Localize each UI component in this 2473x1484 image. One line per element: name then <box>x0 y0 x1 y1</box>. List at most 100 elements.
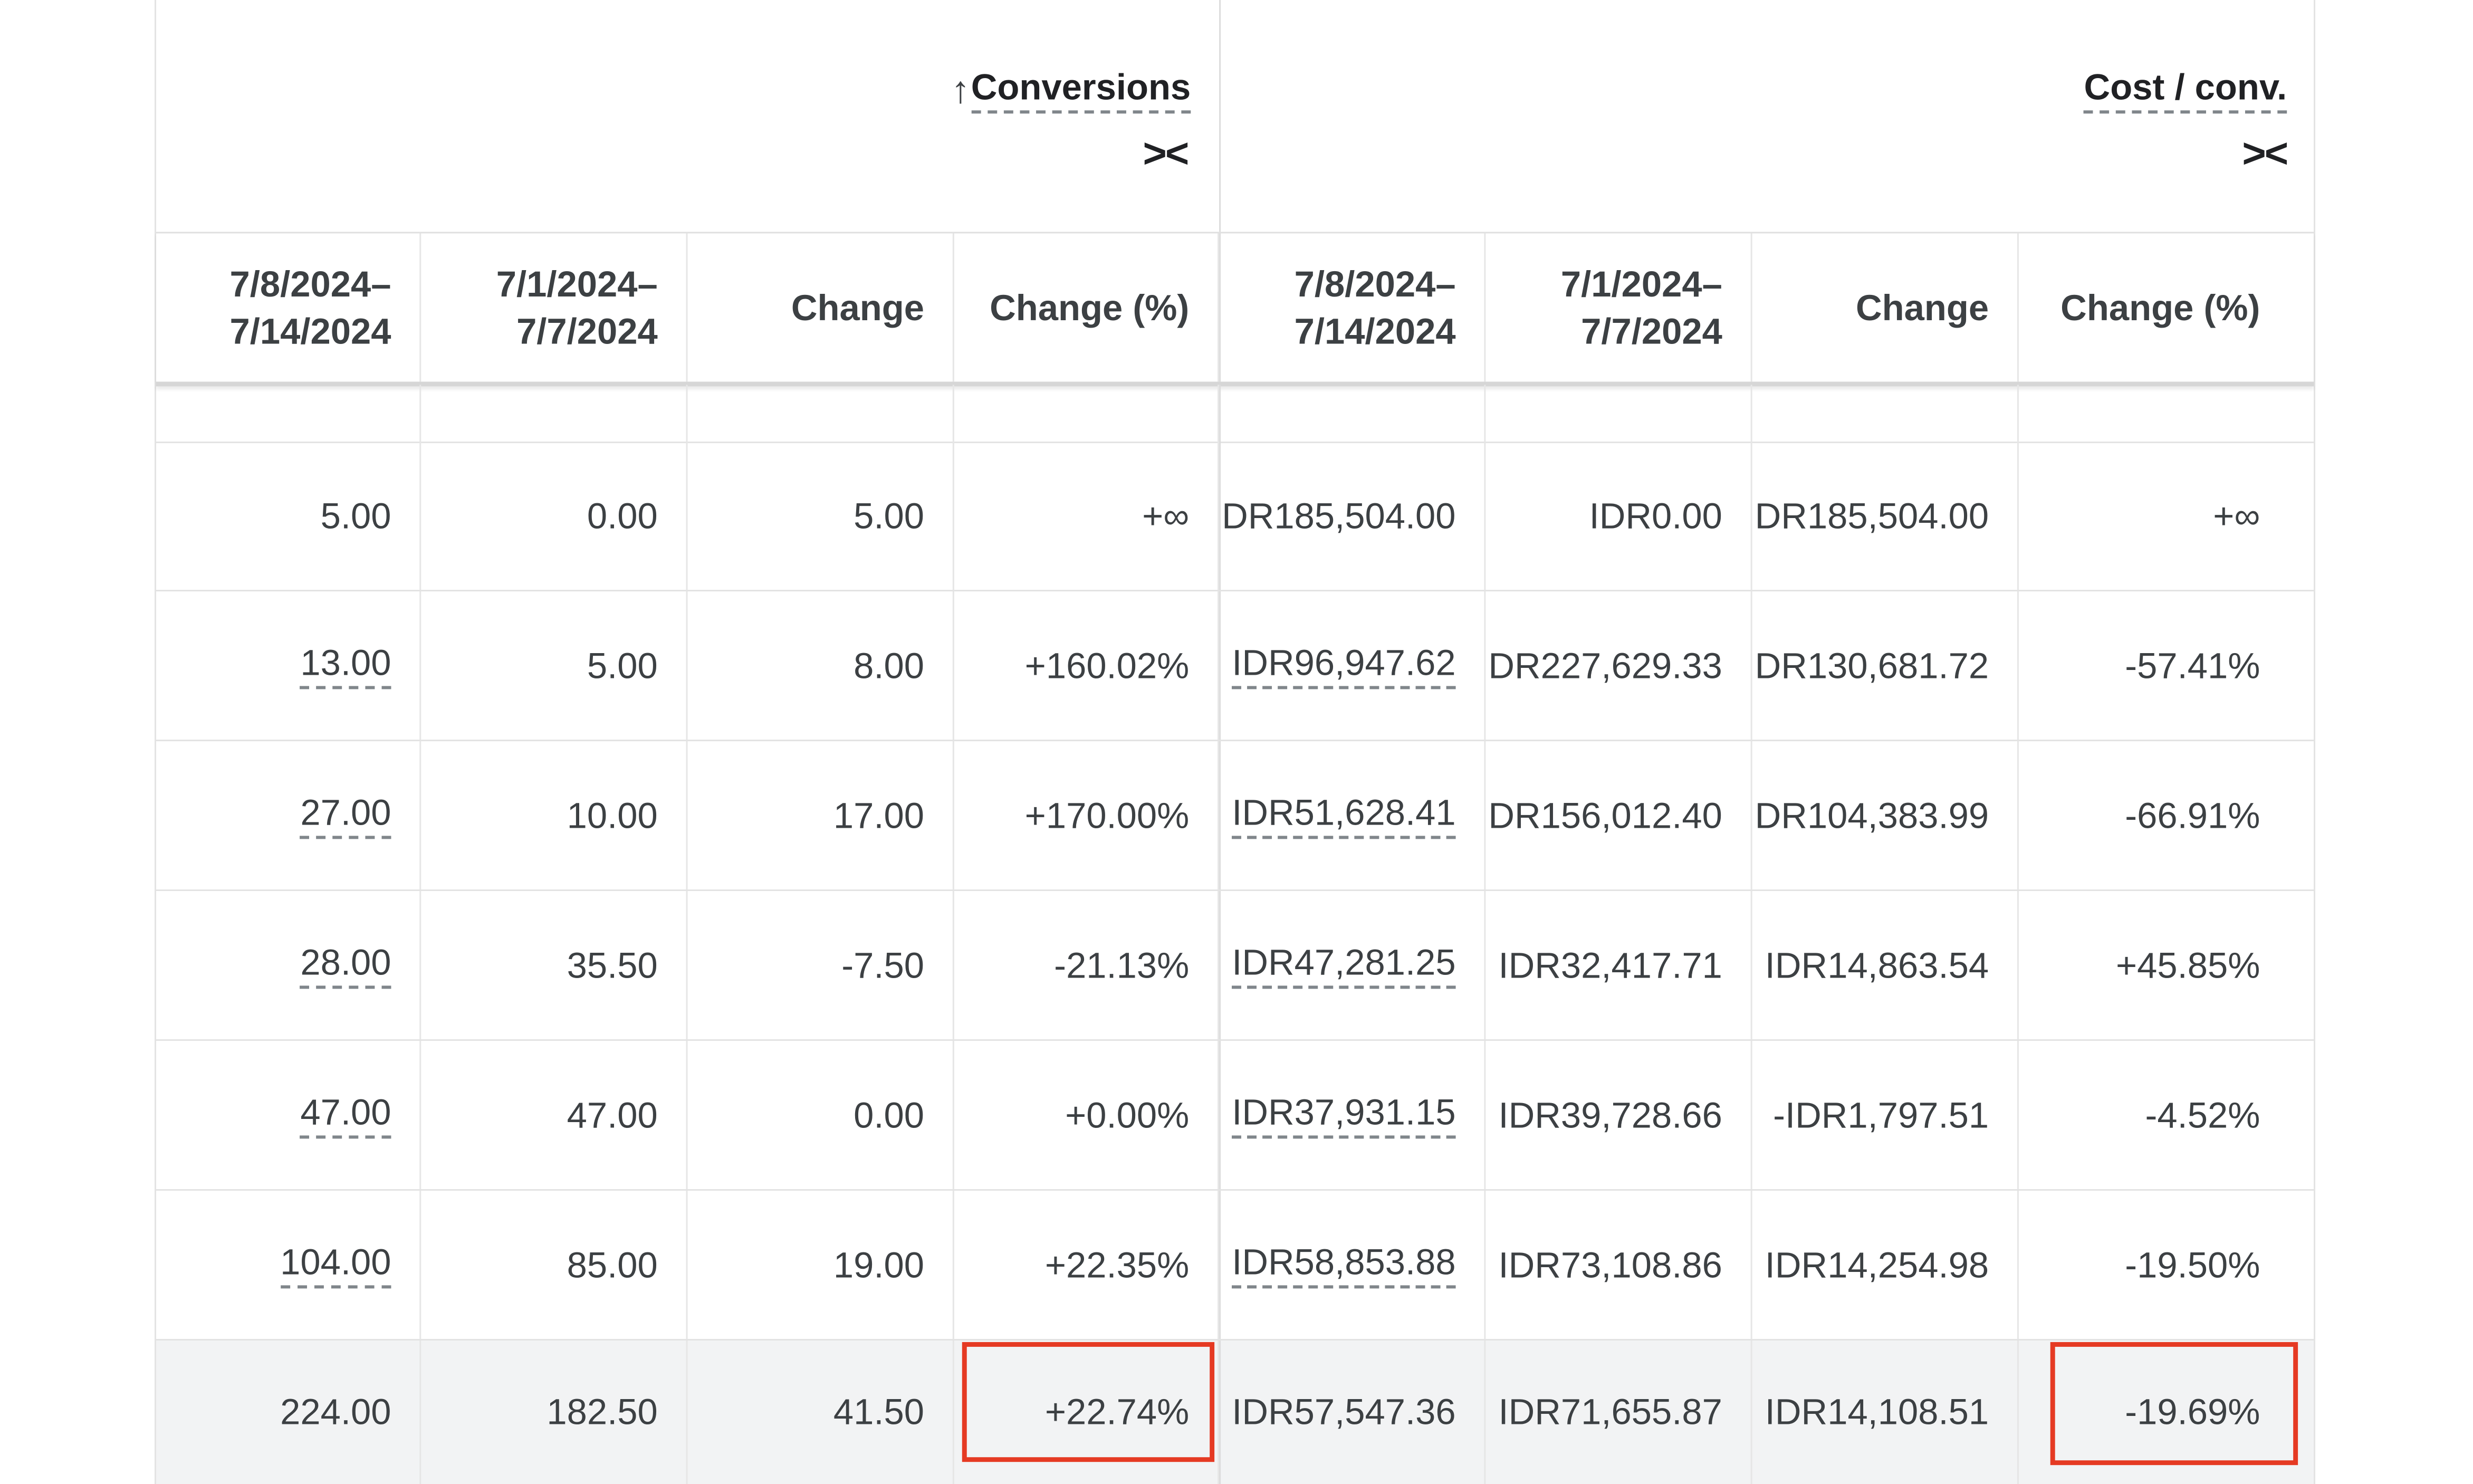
table-cell[interactable]: 27.00 <box>156 741 421 890</box>
highlight-box-conversions-change <box>962 1342 1215 1462</box>
cell-value: DR185,504.00 <box>1222 494 1456 535</box>
header-current-period[interactable]: 7/8/2024– 7/14/2024 <box>1219 233 1486 382</box>
cell-value: -57.41% <box>2125 644 2260 685</box>
table-cell[interactable]: IDR51,628.41 <box>1219 741 1486 890</box>
table-cell: 5.00 <box>421 591 688 740</box>
cell-value: IDR0.00 <box>1589 494 1722 535</box>
table-cell: +∞ <box>954 442 1220 590</box>
cell-value: IDR39,728.66 <box>1498 1094 1722 1135</box>
collapse-columns-icon[interactable]: >< <box>1143 129 1189 178</box>
table-row: 28.00 35.50 -7.50 -21.13% IDR47,281.25 I… <box>156 891 2314 1041</box>
table-cell: +0.00% <box>954 1041 1220 1190</box>
cell-value[interactable]: 104.00 <box>280 1241 391 1289</box>
cell-value: -19.50% <box>2125 1243 2260 1285</box>
table-row: 47.00 47.00 0.00 +0.00% IDR37,931.15 IDR… <box>156 1041 2314 1191</box>
table-cell: DR185,504.00 <box>1752 442 2019 590</box>
table-row: 104.00 85.00 19.00 +22.35% IDR58,853.88 … <box>156 1190 2314 1341</box>
column-header-row: 7/8/2024– 7/14/2024 7/1/2024– 7/7/2024 C… <box>156 232 2314 387</box>
table-row: 27.00 10.00 17.00 +170.00% IDR51,628.41 … <box>156 741 2314 892</box>
cell-value: 8.00 <box>854 644 925 685</box>
table-cell <box>2019 385 2314 442</box>
table-cell[interactable]: IDR58,853.88 <box>1219 1190 1486 1339</box>
table-cell <box>1485 385 1752 442</box>
cell-value: +160.02% <box>1024 644 1190 685</box>
cell-value[interactable]: IDR51,628.41 <box>1232 792 1456 839</box>
table-cell: 0.00 <box>421 442 688 590</box>
table-cell: 35.50 <box>421 891 688 1040</box>
cell-value[interactable]: IDR47,281.25 <box>1232 942 1456 989</box>
table-cell[interactable]: 104.00 <box>156 1190 421 1339</box>
table-cell: 85.00 <box>421 1190 688 1339</box>
header-change[interactable]: Change <box>688 233 954 382</box>
table-cell: -4.52% <box>2019 1041 2314 1189</box>
cell-value: 0.00 <box>587 494 658 535</box>
header-change[interactable]: Change <box>1752 233 2019 382</box>
table-cell: IDR71,655.87 <box>1485 1340 1752 1484</box>
cell-value: DR227,629.33 <box>1488 644 1722 685</box>
cell-value: -IDR1,797.51 <box>1773 1094 1989 1135</box>
table-cell: DR156,012.40 <box>1485 741 1752 890</box>
cell-value: +0.00% <box>1065 1094 1190 1135</box>
cell-value: -4.52% <box>2145 1094 2260 1135</box>
table-cell[interactable]: 47.00 <box>156 1041 421 1190</box>
cell-value[interactable]: IDR96,947.62 <box>1232 642 1456 690</box>
cell-value: 5.00 <box>320 494 391 535</box>
table-cell: DR130,681.72 <box>1752 591 2019 740</box>
header-label: 7/1/2024– 7/7/2024 <box>1560 263 1722 352</box>
table-cell: DR104,383.99 <box>1752 741 2019 890</box>
cell-value: DR185,504.00 <box>1755 494 1989 535</box>
comparison-table: ↑ Conversions >< Cost / conv. >< 7/8/202… <box>155 0 2316 1484</box>
cell-value: -66.91% <box>2125 794 2260 835</box>
cell-value: 182.50 <box>547 1391 658 1432</box>
cell-value: +∞ <box>2213 494 2260 535</box>
table-cell[interactable]: 13.00 <box>156 591 421 740</box>
table-row: 13.00 5.00 8.00 +160.02% IDR96,947.62 DR… <box>156 591 2314 742</box>
header-change-percent[interactable]: Change (%) <box>2019 233 2314 381</box>
cell-value: IDR73,108.86 <box>1498 1243 1722 1285</box>
table-cell: IDR14,108.51 <box>1752 1340 2019 1484</box>
sort-ascending-icon[interactable]: ↑ <box>951 70 970 114</box>
table-cell: -57.41% <box>2019 591 2314 740</box>
header-previous-period[interactable]: 7/1/2024– 7/7/2024 <box>1485 233 1752 382</box>
table-cell[interactable]: IDR96,947.62 <box>1219 591 1486 740</box>
table-cell: -21.13% <box>954 891 1220 1040</box>
header-current-period[interactable]: 7/8/2024– 7/14/2024 <box>156 233 421 382</box>
table-cell: -7.50 <box>688 891 954 1040</box>
cell-value[interactable]: 27.00 <box>300 792 391 839</box>
table-cell: 0.00 <box>688 1041 954 1190</box>
cell-value: DR156,012.40 <box>1488 794 1722 835</box>
table-cell: 17.00 <box>688 741 954 890</box>
cell-value: IDR71,655.87 <box>1498 1391 1722 1432</box>
cell-value[interactable]: 13.00 <box>300 642 391 690</box>
table-cell: -66.91% <box>2019 741 2314 889</box>
conversions-column-title[interactable]: Conversions <box>971 66 1191 114</box>
table-cell[interactable]: IDR37,931.15 <box>1219 1041 1486 1190</box>
cell-value: +170.00% <box>1024 794 1190 835</box>
cell-value: 47.00 <box>567 1094 658 1135</box>
header-label: Change <box>1855 287 1989 328</box>
report-table-screenshot: ↑ Conversions >< Cost / conv. >< 7/8/202… <box>0 0 2473 1484</box>
table-row <box>156 385 2314 444</box>
cell-value: +∞ <box>1142 494 1190 535</box>
table-cell: IDR0.00 <box>1485 442 1752 590</box>
cell-value[interactable]: IDR37,931.15 <box>1232 1092 1456 1139</box>
table-cell: +45.85% <box>2019 891 2314 1039</box>
table-cell: 19.00 <box>688 1190 954 1339</box>
header-previous-period[interactable]: 7/1/2024– 7/7/2024 <box>421 233 688 382</box>
table-cell[interactable]: IDR47,281.25 <box>1219 891 1486 1040</box>
highlight-box-cost-change <box>2050 1342 2298 1466</box>
header-change-percent[interactable]: Change (%) <box>954 233 1220 382</box>
cell-value[interactable]: 28.00 <box>300 942 391 989</box>
cost-per-conv-column-title[interactable]: Cost / conv. <box>2084 66 2287 114</box>
cell-value[interactable]: IDR58,853.88 <box>1232 1241 1456 1289</box>
cell-value: IDR32,417.71 <box>1498 944 1722 985</box>
cell-value[interactable]: 47.00 <box>300 1092 391 1139</box>
column-group-header-row: ↑ Conversions >< Cost / conv. >< <box>156 0 2314 232</box>
header-label: Change <box>791 287 925 328</box>
table-cell: -19.50% <box>2019 1191 2314 1339</box>
table-cell <box>688 385 954 442</box>
table-cell: DR185,504.00 <box>1219 442 1486 590</box>
collapse-columns-icon[interactable]: >< <box>2242 129 2288 178</box>
cell-value: 19.00 <box>833 1243 925 1285</box>
table-cell[interactable]: 28.00 <box>156 891 421 1040</box>
